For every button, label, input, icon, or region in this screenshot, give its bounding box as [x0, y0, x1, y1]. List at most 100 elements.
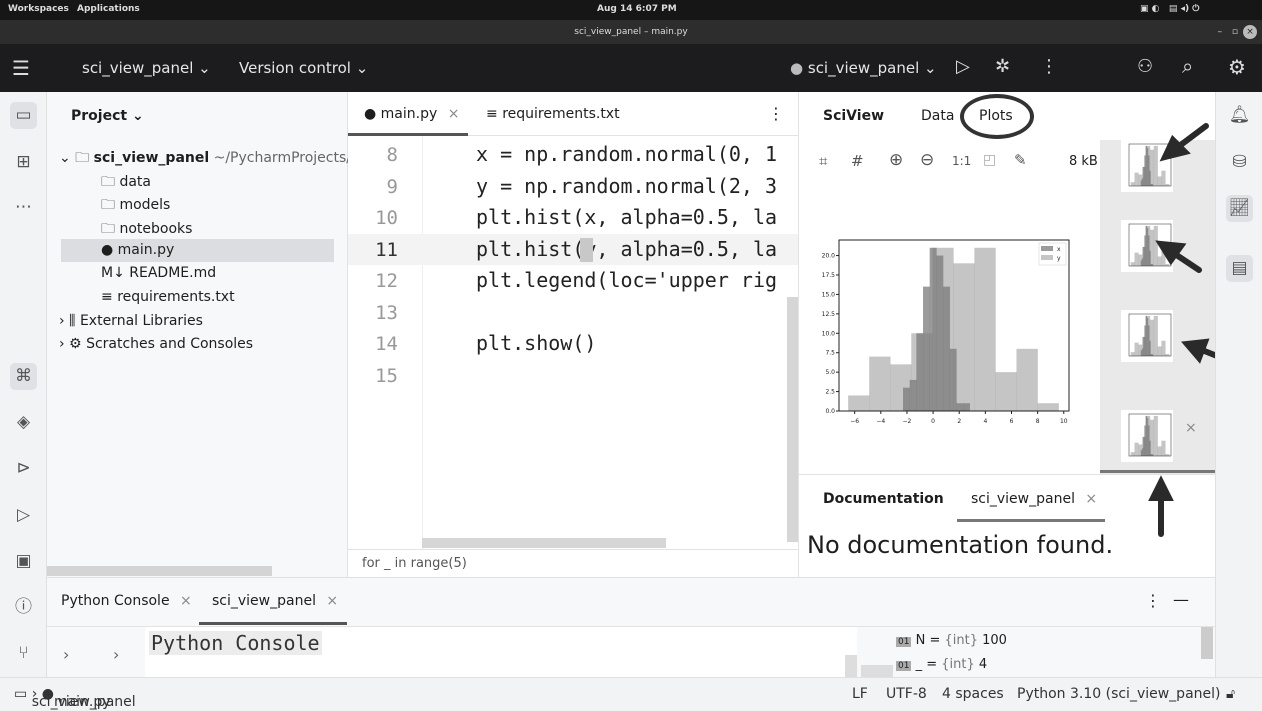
tab-requirements[interactable]: ≡ requirements.txt [486, 106, 620, 122]
tree-item-data[interactable]: 🗀 data [101, 171, 151, 195]
debug-icon[interactable]: ✲ [995, 56, 1010, 77]
tree-item-requirements[interactable]: ≡ requirements.txt [101, 289, 235, 305]
fit-window-icon[interactable]: ◰ [983, 152, 996, 168]
variable-row[interactable]: 01 N = {int} 100 [896, 633, 1007, 648]
console-output[interactable]: Python Console [145, 627, 857, 679]
services-icon[interactable]: ⊳ [10, 455, 37, 482]
search-icon[interactable]: ⌕ [1182, 54, 1193, 78]
fit-icon[interactable]: ⌗ [819, 152, 827, 170]
variables-vscroll[interactable] [1201, 627, 1213, 659]
variables-view: 01 N = {int} 100 01 _ = {int} 4 [861, 627, 1213, 679]
close-console-tab-icon[interactable]: × [180, 593, 192, 609]
more-tools-icon[interactable]: ⋯ [10, 194, 37, 221]
encoding[interactable]: UTF-8 [886, 686, 927, 702]
tab-data[interactable]: Data [921, 108, 954, 124]
code-line[interactable]: x = np.random.normal(0, 1 [476, 142, 777, 166]
notifications-icon[interactable]: 🔔︎ [1226, 102, 1253, 129]
bar-y [1130, 262, 1135, 266]
sciview-icon[interactable]: 📈︎ [1226, 195, 1253, 222]
project-tool-icon[interactable]: ▭ [10, 102, 37, 129]
hide-panel-icon[interactable]: — [1173, 590, 1189, 609]
main-menu-icon[interactable]: ☰ [12, 56, 30, 80]
git-icon[interactable]: ⑂ [10, 640, 37, 667]
zoom-in-icon[interactable]: ⊕ [889, 150, 903, 170]
tab-sci-view-panel-console[interactable]: sci_view_panel × [212, 593, 338, 609]
expand-icon[interactable]: › [63, 645, 69, 664]
run-icon[interactable]: ▷ [956, 56, 970, 77]
tree-item-readme[interactable]: M↓ README.md [101, 265, 216, 281]
run-tool-icon[interactable]: ▷ [10, 502, 37, 529]
problems-icon[interactable]: ⓘ [10, 594, 37, 621]
doc-tab[interactable]: sci_view_panel × [971, 491, 1097, 507]
database-icon[interactable]: ⛁ [1226, 149, 1253, 176]
close-console-tab-icon[interactable]: × [326, 593, 338, 609]
bar-y [1130, 182, 1135, 186]
interpreter[interactable]: Python 3.10 (sci_view_panel) [1017, 686, 1221, 702]
run-config-selector[interactable]: ● sci_view_panel ⌄ [790, 59, 937, 77]
y-tick-label: 15.0 [822, 291, 836, 298]
minimize-button[interactable]: – [1218, 20, 1223, 44]
structure-icon[interactable]: ⊞ [10, 149, 37, 176]
indent[interactable]: 4 spaces [942, 686, 1004, 702]
settings-icon[interactable]: ⚙ [1228, 55, 1246, 79]
add-user-icon[interactable]: ⚇ [1137, 56, 1153, 77]
project-selector[interactable]: sci_view_panel ⌄ [82, 59, 211, 77]
tray-icons[interactable]: ▣ ◐ ▤ ◂) ⏻ [1140, 4, 1199, 14]
lock-icon[interactable]: 🔓︎ [1226, 686, 1235, 702]
layers-icon[interactable]: ◈ [10, 409, 37, 436]
bar-x [936, 255, 944, 411]
status-bar: ▭ sci_view_panel › ● main.py LF UTF-8 4 … [0, 677, 1262, 711]
brace-match [580, 238, 593, 262]
more-icon[interactable]: ⋮ [1040, 56, 1058, 77]
clock[interactable]: Aug 14 6:07 PM [597, 4, 677, 14]
grid-icon[interactable]: # [851, 152, 864, 170]
project-panel-title[interactable]: Project ⌄ [71, 108, 144, 124]
tab-python-console[interactable]: Python Console × [61, 593, 192, 609]
tab-main-py[interactable]: ● main.py × [348, 92, 468, 136]
documentation-icon[interactable]: ▤ [1226, 255, 1253, 282]
bar-y [1130, 452, 1135, 456]
tab-options-icon[interactable]: ⋮ [768, 104, 784, 123]
zoom-out-icon[interactable]: ⊖ [920, 150, 934, 170]
tree-item-main-py[interactable]: ● main.py [101, 242, 174, 258]
vertical-scrollbar[interactable] [787, 297, 798, 542]
code-line[interactable]: plt.legend(loc='upper rig [476, 268, 777, 292]
tree-item-models[interactable]: 🗀 models [101, 194, 170, 218]
right-tool-strip: 🔔︎ ⛁ 📈︎ ▤ [1215, 92, 1262, 677]
close-tab-icon[interactable]: × [448, 106, 460, 122]
window-title: sci_view_panel – main.py [574, 27, 688, 37]
variables-hscroll[interactable] [861, 665, 893, 677]
console-scrollbar[interactable] [845, 655, 857, 677]
close-doc-tab-icon[interactable]: × [1085, 491, 1097, 507]
editor-horizontal-scrollbar[interactable] [422, 538, 666, 548]
editor-tabs: ● main.py × ≡ requirements.txt ⋮ [348, 92, 798, 136]
bar-x [916, 333, 924, 411]
applications-menu[interactable]: Applications [77, 4, 140, 14]
legend-label: y [1057, 255, 1061, 262]
color-picker-icon[interactable]: ✎ [1014, 151, 1027, 169]
code-line[interactable]: plt.hist(y, alpha=0.5, la [476, 237, 777, 261]
status-breadcrumb[interactable]: ▭ sci_view_panel › ● main.py [14, 686, 136, 710]
close-window-button[interactable]: × [1243, 25, 1257, 39]
variable-row[interactable]: 01 _ = {int} 4 [896, 657, 987, 672]
vcs-selector[interactable]: Version control ⌄ [239, 59, 368, 77]
documentation-title: Documentation [823, 491, 944, 507]
code-line[interactable]: y = np.random.normal(2, 3 [476, 174, 777, 198]
actual-size-button[interactable]: 1:1 [952, 154, 971, 168]
editor-breadcrumb[interactable]: for _ in range(5) [348, 549, 798, 577]
options-icon[interactable]: ⋮ [1145, 591, 1161, 610]
y-tick-label: 5.0 [825, 369, 835, 376]
x-tick-label: 8 [1036, 418, 1040, 425]
horizontal-scrollbar[interactable] [47, 566, 272, 576]
y-tick-label: 2.5 [825, 389, 835, 396]
tree-external-libraries[interactable]: › ⫼ External Libraries [59, 313, 203, 329]
python-console-icon[interactable]: ⌘ [10, 363, 37, 390]
tree-scratches[interactable]: › ⚙ Scratches and Consoles [59, 336, 253, 352]
maximize-button[interactable]: ▫ [1232, 20, 1238, 44]
code-line[interactable]: plt.hist(x, alpha=0.5, la [476, 205, 777, 229]
ide-toolbar: ☰ sci_view_panel ⌄ Version control ⌄ ● s… [0, 44, 1262, 92]
workspaces-menu[interactable]: Workspaces [8, 4, 69, 14]
line-separator[interactable]: LF [852, 686, 868, 702]
code-line[interactable]: plt.show() [476, 331, 596, 355]
terminal-icon[interactable]: ▣ [10, 548, 37, 575]
